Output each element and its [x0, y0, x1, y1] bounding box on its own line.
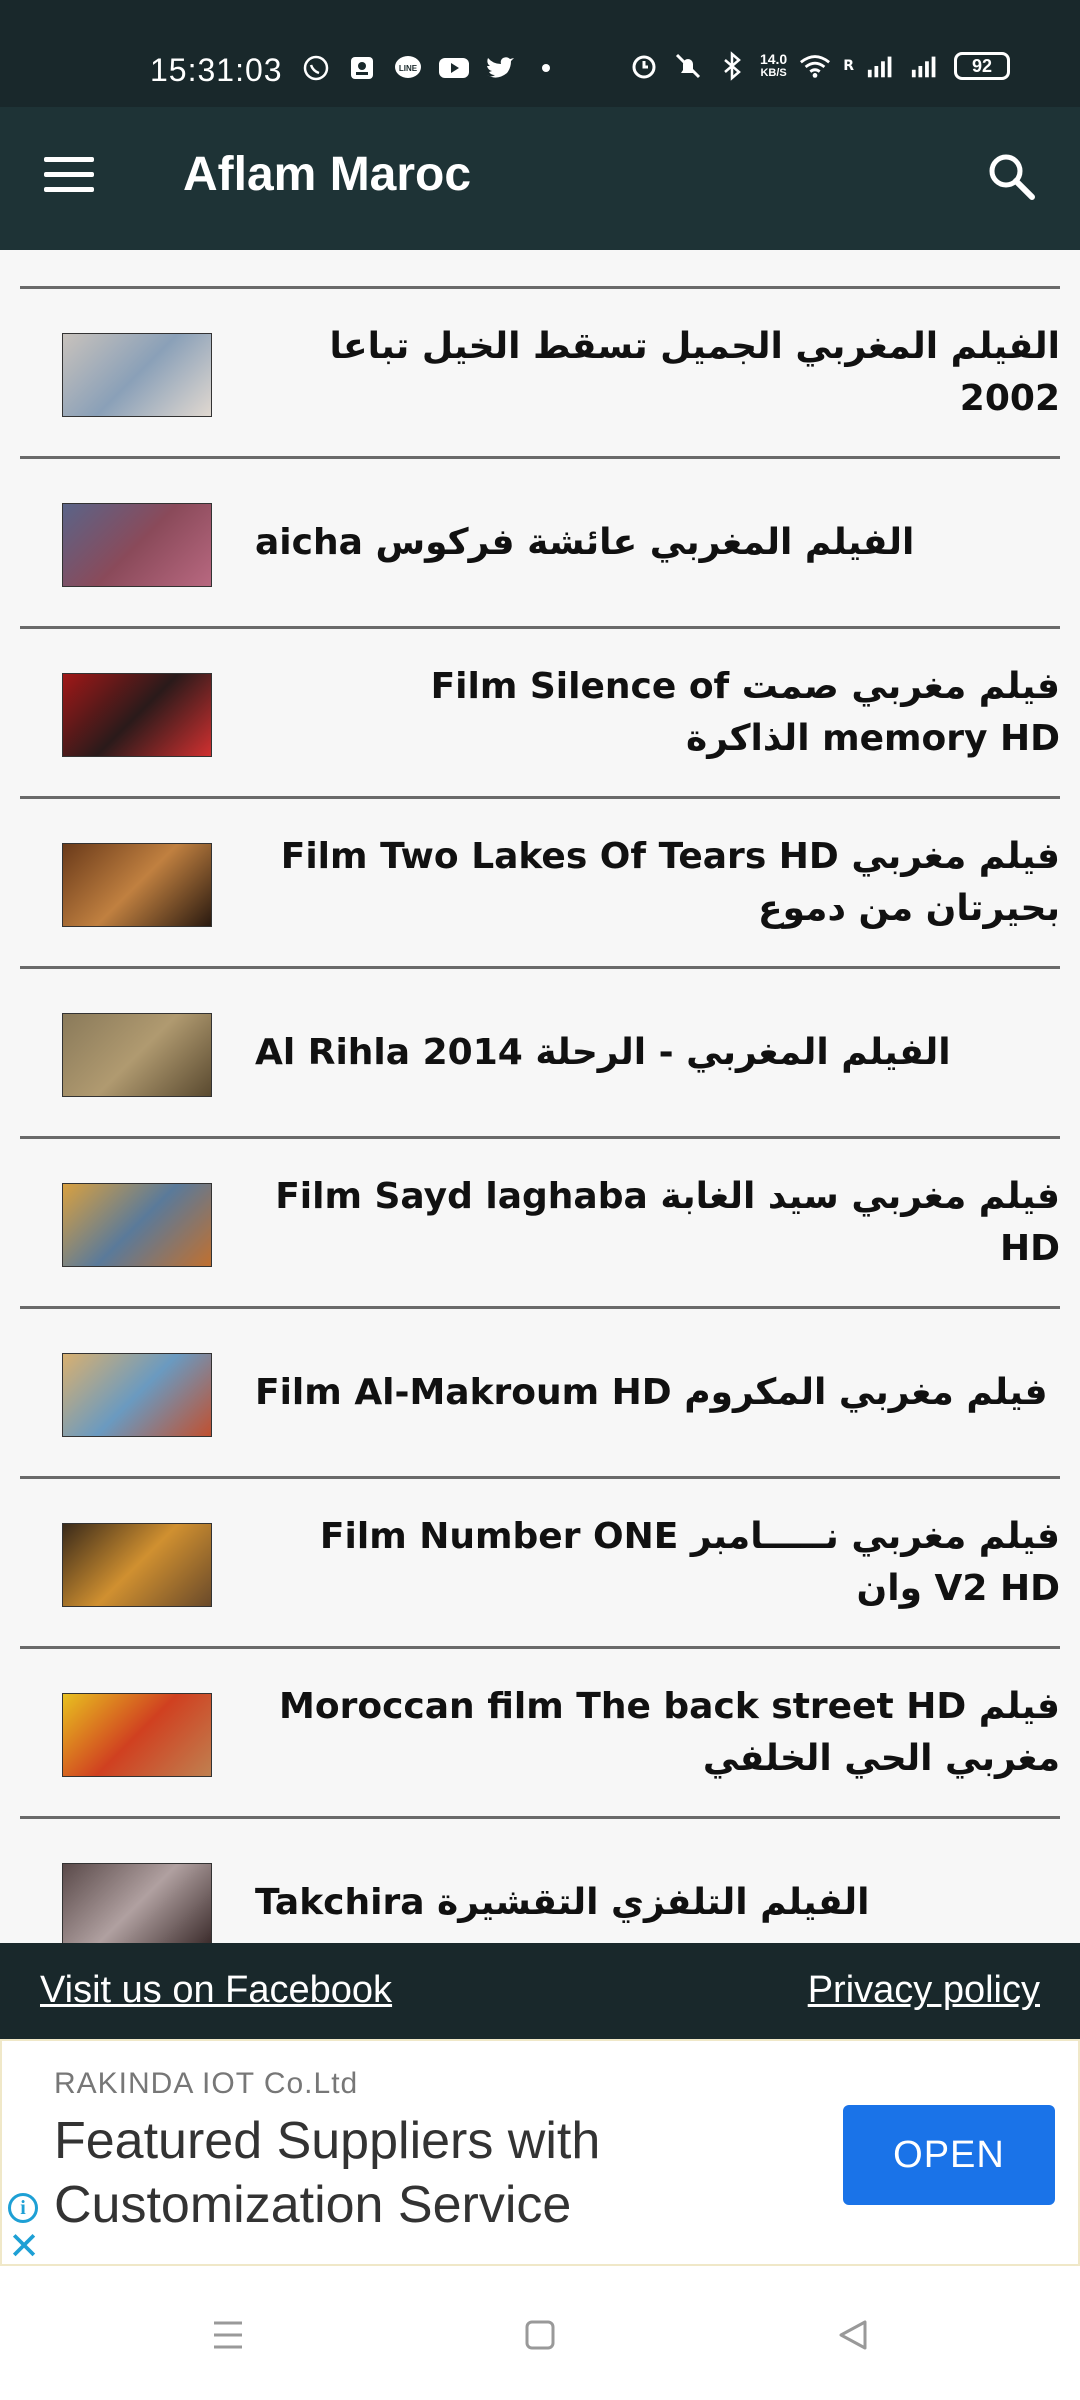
status-time: 15:31:03	[150, 52, 283, 88]
list-item[interactable]: فيلم مغربي Film Two Lakes Of Tears HD بح…	[20, 799, 1060, 969]
movie-thumbnail	[62, 333, 212, 417]
notification-icons: LINE	[300, 52, 562, 84]
list-item[interactable]: الفيلم التلفزي التقشيرة Takchira	[20, 1819, 1060, 1943]
ad-headline[interactable]: Featured Suppliers with Customization Se…	[54, 2109, 774, 2237]
home-icon[interactable]	[515, 2310, 565, 2360]
navigation-bar	[0, 2266, 1080, 2400]
movie-title: فيلم مغربي صمت Film Silence of memory HD…	[430, 665, 1060, 759]
movie-thumbnail	[62, 1013, 212, 1097]
movie-thumbnail	[62, 843, 212, 927]
more-notifications-dot	[530, 52, 562, 84]
alarm-icon	[628, 50, 660, 82]
movie-list[interactable]: الفيلم المغربي الجميل تسقط الخيل تباعا 2…	[0, 250, 1080, 1943]
info-icon[interactable]: i	[8, 2193, 38, 2223]
ad-banner[interactable]: RAKINDA IOT Co.Ltd Featured Suppliers wi…	[0, 2039, 1080, 2266]
movie-title: فيلم مغربي Film Two Lakes Of Tears HD بح…	[280, 835, 1060, 929]
hamburger-icon[interactable]	[44, 157, 94, 197]
system-icons: 14.0 KB/S R 92	[628, 50, 1010, 82]
list-item[interactable]: الفيلم المغربي عائشة فركوس aicha	[20, 459, 1060, 629]
list-item[interactable]: الفيلم المغربي الجميل تسقط الخيل تباعا 2…	[20, 289, 1060, 459]
status-bar: 15:31:03 LINE 14.0 KB/S R 92	[0, 0, 1080, 107]
svg-text:LINE: LINE	[399, 64, 418, 73]
mute-icon	[672, 50, 704, 82]
bluetooth-icon	[716, 50, 748, 82]
search-icon[interactable]	[982, 147, 1042, 207]
wifi-icon	[799, 50, 831, 82]
recents-icon[interactable]	[203, 2310, 253, 2360]
list-item[interactable]: فيلم مغربي المكروم Film Al-Makroum HD	[20, 1309, 1060, 1479]
roaming-indicator: R	[843, 58, 854, 74]
facebook-link[interactable]: Visit us on Facebook	[40, 1969, 392, 2012]
network-speed: 14.0 KB/S	[759, 51, 788, 79]
app-bar: Aflam Maroc	[0, 107, 1080, 250]
movie-title: الفيلم المغربي - الرحلة Al Rihla 2014	[255, 1031, 951, 1073]
ad-advertiser: RAKINDA IOT Co.Ltd	[54, 2067, 359, 2100]
movie-title: الفيلم المغربي الجميل تسقط الخيل تباعا 2…	[329, 325, 1060, 419]
list-item[interactable]: فيلم Moroccan film The back street HD مغ…	[20, 1649, 1060, 1819]
twitter-icon	[484, 52, 516, 84]
list-item[interactable]: فيلم مغربي نـــــامبر Film Number ONE V2…	[20, 1479, 1060, 1649]
signal-icon-sim2	[910, 50, 942, 82]
ad-open-button[interactable]: OPEN	[843, 2105, 1055, 2205]
movie-thumbnail	[62, 1693, 212, 1777]
list-item[interactable]: الفيلم المغربي - الرحلة Al Rihla 2014	[20, 969, 1060, 1139]
gallery-icon	[346, 52, 378, 84]
movie-thumbnail	[62, 503, 212, 587]
list-item[interactable]: فيلم مغربي صمت Film Silence of memory HD…	[20, 629, 1060, 799]
movie-thumbnail	[62, 1353, 212, 1437]
movie-title: الفيلم التلفزي التقشيرة Takchira	[255, 1881, 870, 1923]
movie-thumbnail	[62, 1183, 212, 1267]
movie-title: الفيلم المغربي عائشة فركوس aicha	[255, 521, 915, 563]
list-item[interactable]: فيلم مغربي سيد الغابة Film Sayd laghaba …	[20, 1139, 1060, 1309]
battery-indicator: 92	[954, 52, 1010, 80]
movie-title: فيلم مغربي المكروم Film Al-Makroum HD	[255, 1371, 1048, 1413]
movie-thumbnail	[62, 1863, 212, 1943]
movie-thumbnail	[62, 1523, 212, 1607]
back-icon[interactable]	[828, 2310, 878, 2360]
privacy-policy-link[interactable]: Privacy policy	[808, 1969, 1040, 2012]
line-icon: LINE	[392, 52, 424, 84]
footer-bar: Visit us on Facebook Privacy policy	[0, 1943, 1080, 2039]
movie-title: فيلم مغربي نـــــامبر Film Number ONE V2…	[319, 1515, 1060, 1609]
movie-title: فيلم Moroccan film The back street HD مغ…	[279, 1685, 1060, 1779]
app-title: Aflam Maroc	[183, 148, 472, 201]
whatsapp-icon	[300, 52, 332, 84]
movie-thumbnail	[62, 673, 212, 757]
close-icon[interactable]: ✕	[6, 2227, 42, 2267]
youtube-icon	[438, 52, 470, 84]
movie-title: فيلم مغربي سيد الغابة Film Sayd laghaba …	[275, 1175, 1060, 1269]
signal-icon-sim1	[866, 50, 898, 82]
